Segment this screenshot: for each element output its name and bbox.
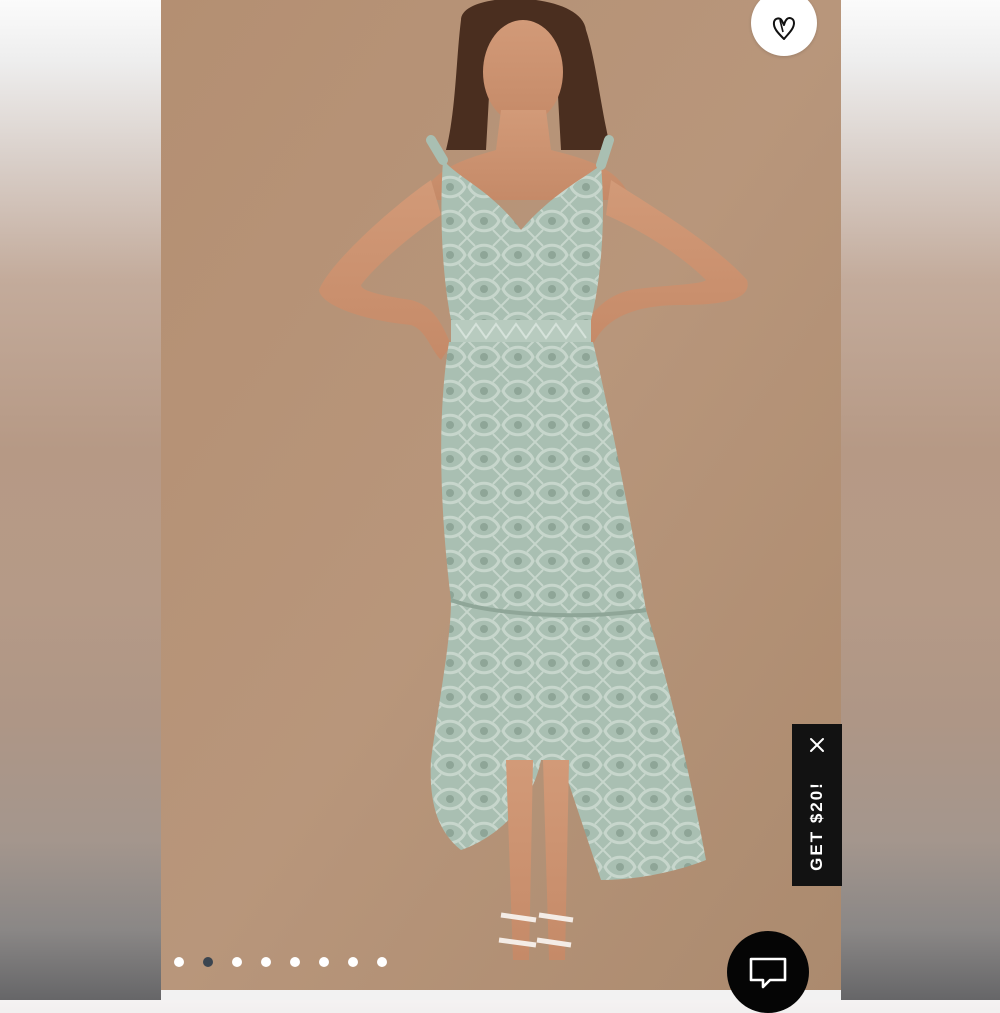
chat-bubble-icon bbox=[748, 931, 788, 995]
promo-close-button[interactable] bbox=[792, 730, 842, 764]
left-blurred-background bbox=[0, 0, 161, 1000]
carousel-dot[interactable] bbox=[348, 957, 358, 967]
close-icon bbox=[809, 737, 825, 758]
promo-label[interactable]: GET $20! bbox=[807, 781, 827, 871]
carousel-dot[interactable] bbox=[377, 957, 387, 967]
carousel-dot[interactable] bbox=[174, 957, 184, 967]
chat-button[interactable] bbox=[727, 931, 809, 1013]
carousel-dot-active[interactable] bbox=[203, 957, 213, 967]
promo-tab[interactable]: GET $20! bbox=[792, 724, 842, 886]
product-photo[interactable] bbox=[161, 0, 841, 1000]
carousel-dot[interactable] bbox=[232, 957, 242, 967]
carousel-dot[interactable] bbox=[290, 957, 300, 967]
heart-outline-icon bbox=[769, 0, 799, 48]
carousel-dots bbox=[174, 957, 387, 967]
carousel-dot[interactable] bbox=[319, 957, 329, 967]
right-blurred-background bbox=[841, 0, 1000, 1000]
product-photo-illustration bbox=[161, 0, 841, 1000]
carousel-dot[interactable] bbox=[261, 957, 271, 967]
